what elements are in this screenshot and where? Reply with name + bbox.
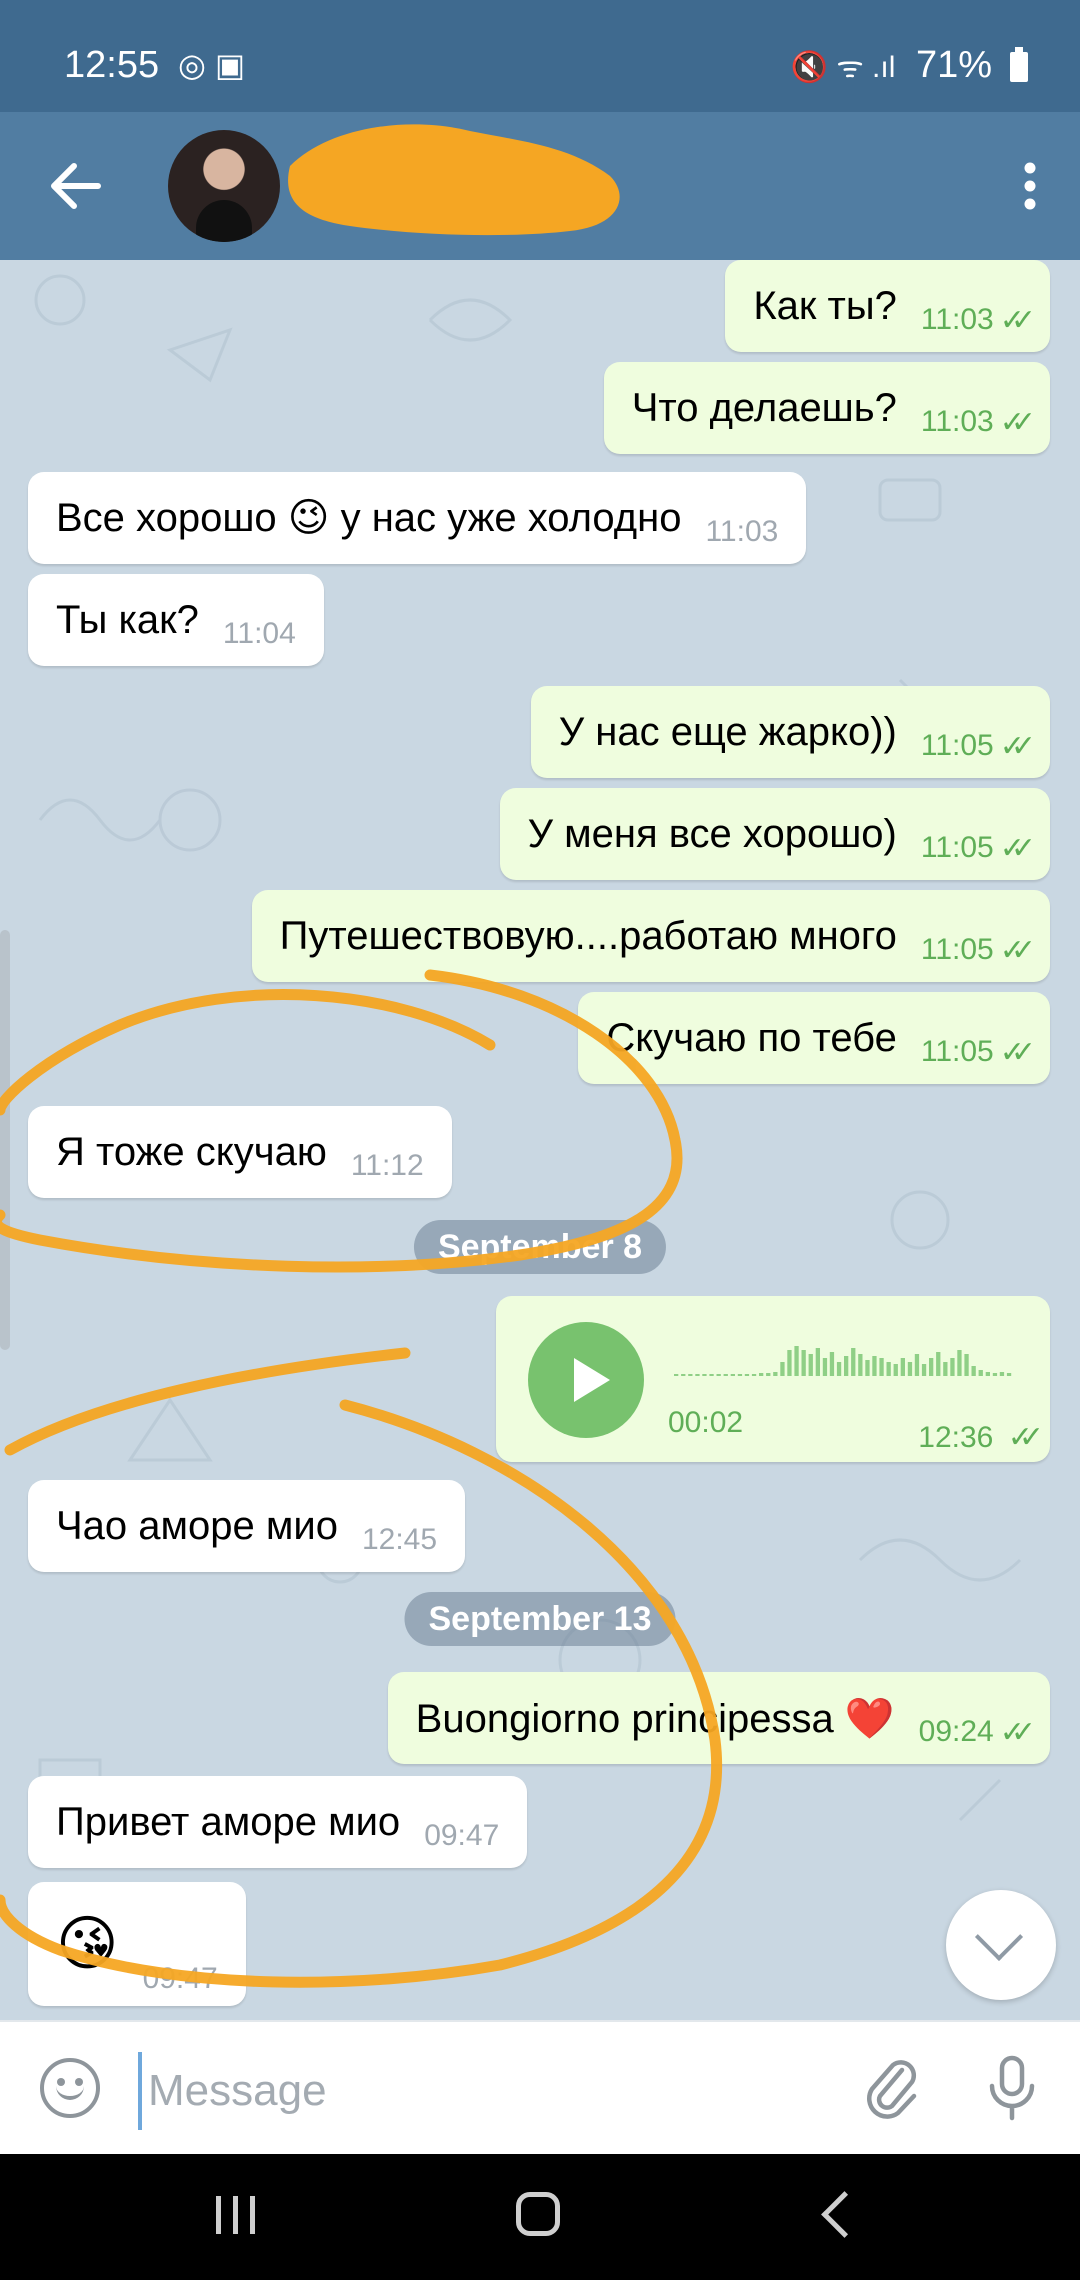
message-bubble[interactable]: У меня все хорошо) 11:05 ✓✓ — [499, 788, 1050, 880]
message-bubble[interactable]: Привет аморе мио 09:47 — [28, 1776, 528, 1868]
chat-header — [0, 112, 1080, 260]
battery-level: 71% — [915, 44, 992, 86]
message-input-bar — [0, 2020, 1080, 2156]
status-bar: 12:55 ◎ ▣ 🔇 ᯤ .ıl 71% — [0, 0, 1080, 112]
message-time: 11:03 — [705, 515, 779, 548]
voice-message[interactable]: 00:02 12:36 ✓✓ — [496, 1296, 1050, 1462]
message-text: Скучаю по тебе — [606, 1015, 897, 1060]
message-bubble[interactable]: Все хорошо 😉 у нас уже холодно 11:03 — [28, 472, 807, 564]
message-input[interactable] — [138, 2052, 790, 2130]
voice-time: 12:36 ✓✓ — [918, 1420, 1044, 1455]
redaction-scribble — [288, 124, 620, 236]
double-check-icon: ✓✓ — [999, 1715, 1036, 1749]
avatar[interactable] — [168, 130, 280, 242]
message-time: 12:36 — [918, 1421, 994, 1454]
more-vertical-icon — [1024, 162, 1036, 210]
paperclip-icon[interactable] — [862, 2052, 922, 2124]
back-button[interactable] — [40, 150, 112, 222]
message-time: 09:24 — [918, 1715, 994, 1748]
message-text: У меня все хорошо) — [527, 811, 897, 856]
message-time: 09:47 — [424, 1819, 500, 1852]
double-check-icon: ✓✓ — [999, 1035, 1036, 1069]
double-check-icon: ✓✓ — [1007, 1421, 1044, 1454]
message-time: 11:05 — [920, 831, 994, 864]
message-time: 12:45 — [361, 1523, 438, 1556]
message-text: Buongiorno principessa ❤️ — [415, 1696, 895, 1741]
play-button[interactable] — [528, 1322, 644, 1438]
message-bubble[interactable]: Чао аморе мио 12:45 — [28, 1480, 466, 1572]
message-bubble[interactable]: Как ты? 11:03 ✓✓ — [725, 260, 1050, 352]
message-bubble[interactable]: Ты как? 11:04 — [28, 574, 324, 666]
message-text: Путешествовую....работаю много — [279, 913, 897, 958]
message-bubble[interactable]: Скучаю по тебе 11:05 ✓✓ — [578, 992, 1050, 1084]
message-text: Привет аморе мио — [56, 1799, 401, 1844]
edge-handle[interactable] — [0, 930, 10, 1350]
message-text: 😘 — [56, 1910, 119, 1977]
voice-duration: 00:02 — [668, 1406, 744, 1439]
message-text: Я тоже скучаю — [56, 1129, 327, 1174]
message-time: 11:05 — [920, 1035, 994, 1068]
message-bubble[interactable]: 😘 09:47 — [28, 1882, 246, 2006]
system-back-button[interactable] — [821, 2191, 868, 2238]
message-text: Что делаешь? — [631, 385, 897, 430]
message-text: Чао аморе мио — [56, 1503, 338, 1548]
message-time: 09:47 — [142, 1962, 218, 1995]
message-text: Ты как? — [56, 597, 199, 642]
message-time: 11:05 — [920, 729, 994, 762]
message-text: У нас еще жарко)) — [558, 709, 897, 754]
message-text: Как ты? — [753, 283, 897, 328]
message-text: Все хорошо 😉 у нас уже холодно — [56, 496, 682, 540]
date-badge: September 8 — [413, 1220, 667, 1274]
message-bubble[interactable]: Buongiorno principessa ❤️ 09:24 ✓✓ — [387, 1672, 1050, 1764]
double-check-icon: ✓✓ — [999, 933, 1036, 967]
recent-apps-button[interactable] — [216, 2196, 258, 2234]
message-time: 11:04 — [222, 617, 296, 650]
arrow-left-icon — [51, 163, 101, 209]
double-check-icon: ✓✓ — [999, 303, 1036, 337]
status-right: 🔇 ᯤ .ıl 71% — [791, 44, 992, 87]
double-check-icon: ✓✓ — [999, 405, 1036, 439]
message-bubble[interactable]: Что делаешь? 11:03 ✓✓ — [603, 362, 1050, 454]
home-button[interactable] — [516, 2192, 560, 2236]
voice-waveform[interactable] — [674, 1338, 1014, 1378]
message-time: 11:12 — [350, 1149, 424, 1182]
notification-icons: ◎ ▣ — [178, 47, 246, 83]
date-badge: September 13 — [404, 1592, 676, 1646]
message-time: 11:05 — [920, 933, 994, 966]
double-check-icon: ✓✓ — [999, 729, 1036, 763]
microphone-icon[interactable] — [982, 2052, 1042, 2124]
status-time: 12:55 — [64, 44, 160, 86]
more-menu-button[interactable] — [1002, 148, 1058, 224]
smile-icon[interactable] — [40, 2058, 100, 2118]
message-time: 11:03 — [920, 405, 994, 438]
message-time: 11:03 — [920, 303, 994, 336]
message-bubble[interactable]: Путешествовую....работаю много 11:05 ✓✓ — [251, 890, 1050, 982]
chat-area[interactable]: Как ты? 11:03 ✓✓ Что делаешь? 11:03 ✓✓ В… — [0, 260, 1080, 2020]
double-check-icon: ✓✓ — [999, 831, 1036, 865]
system-nav-bar — [0, 2154, 1080, 2280]
message-bubble[interactable]: Я тоже скучаю 11:12 — [28, 1106, 452, 1198]
message-bubble[interactable]: У нас еще жарко)) 11:05 ✓✓ — [530, 686, 1050, 778]
scroll-down-button[interactable] — [946, 1890, 1056, 2000]
signal-icons: 🔇 ᯤ .ıl — [790, 51, 896, 84]
battery-icon — [1010, 47, 1028, 82]
